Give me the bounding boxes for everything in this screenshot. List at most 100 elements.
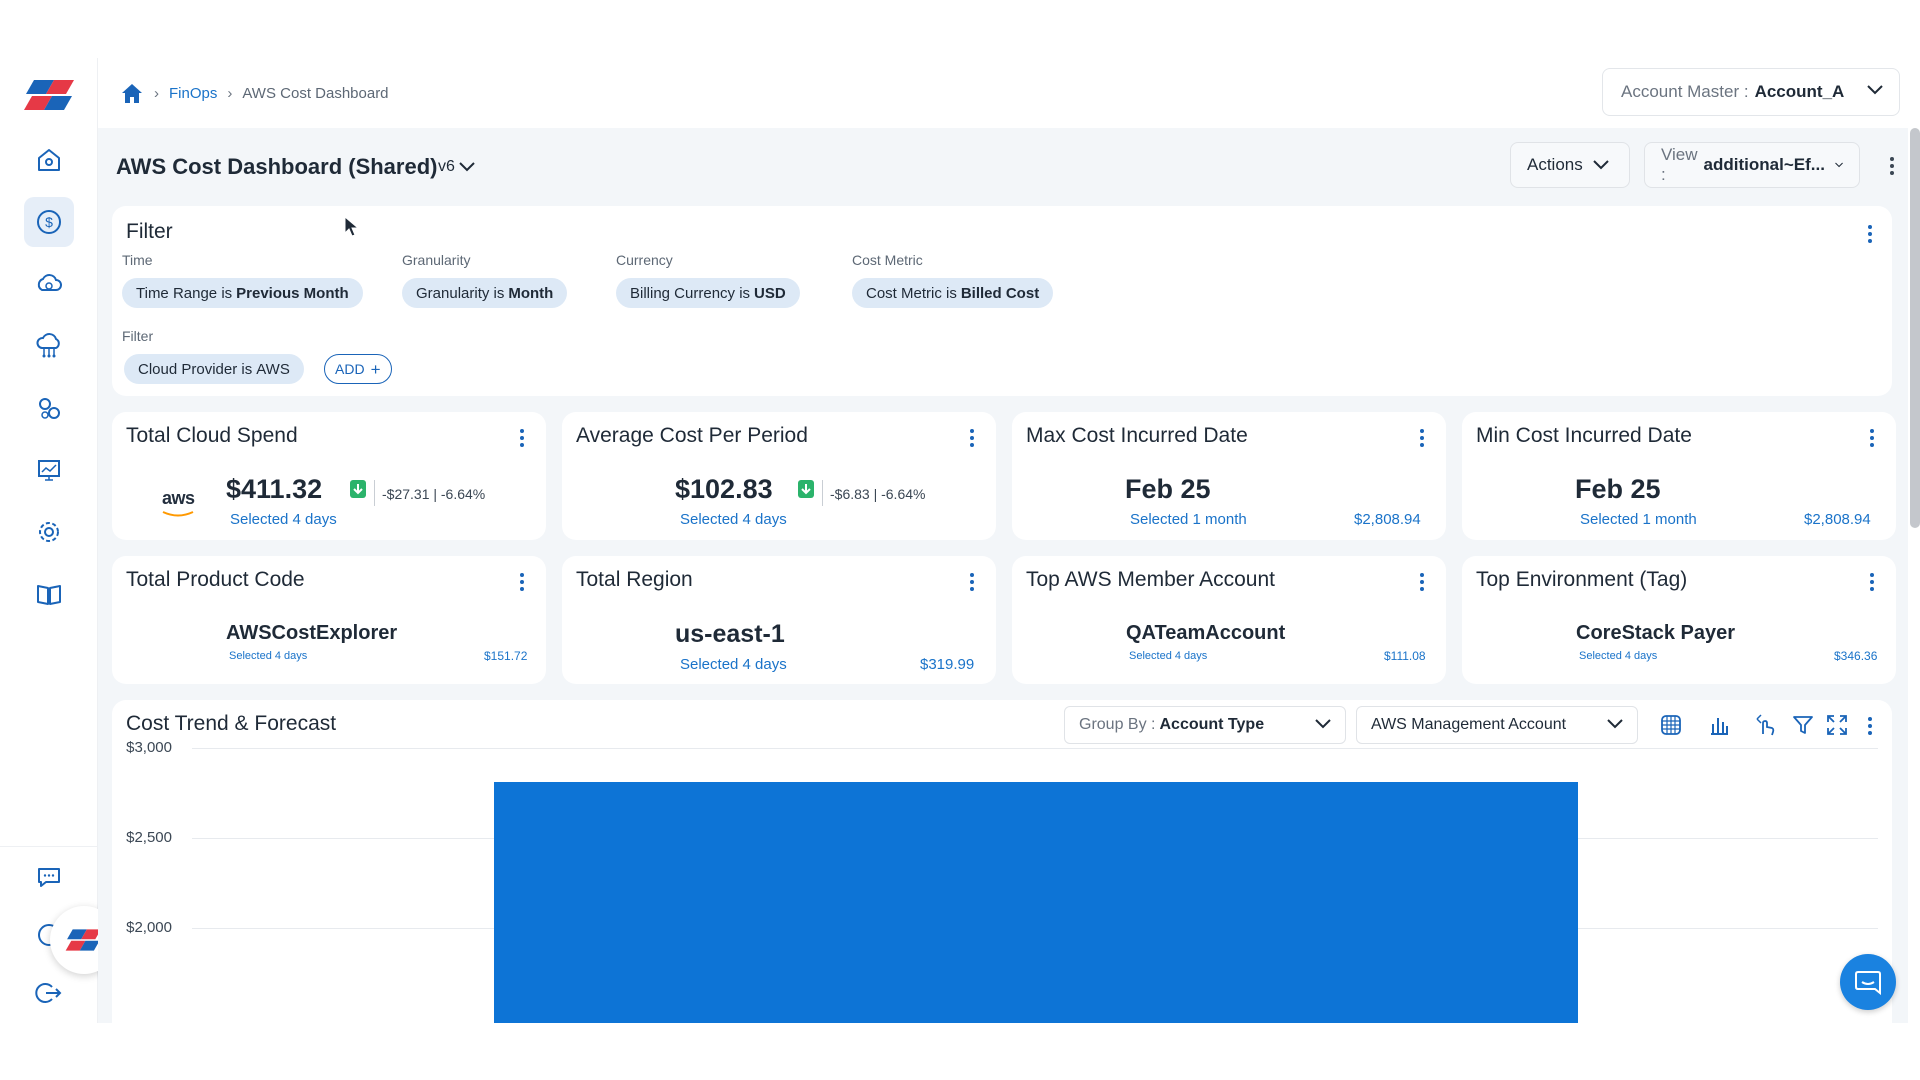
kpi-more-icon[interactable] xyxy=(962,426,982,450)
kpi-card-max-cost-date: Max Cost Incurred Date Feb 25 Selected 1… xyxy=(1012,412,1446,540)
add-filter-label: ADD xyxy=(335,361,365,377)
kpi-title: Top AWS Member Account xyxy=(1026,568,1275,591)
kpi-title: Top Environment (Tag) xyxy=(1476,568,1688,591)
filter-chip-currency[interactable]: Billing Currency is USD xyxy=(616,278,800,308)
version-label: v6 xyxy=(438,158,455,175)
sidebar-item-docs[interactable] xyxy=(24,569,74,619)
settings-icon xyxy=(39,522,59,542)
cost-trend-card: Cost Trend & Forecast Group By : Account… xyxy=(112,700,1892,1023)
chevron-right-icon: › xyxy=(154,84,159,102)
cost-trend-chart: $3,000 $2,500 $2,000 xyxy=(112,700,1892,1023)
actions-button[interactable]: Actions xyxy=(1510,142,1630,188)
divider xyxy=(374,480,375,506)
kpi-more-icon[interactable] xyxy=(1862,570,1882,594)
chart-gridline xyxy=(192,748,1878,749)
top-header: › FinOps › AWS Cost Dashboard Account Ma… xyxy=(98,58,1920,128)
version-selector[interactable]: v6 xyxy=(438,158,475,176)
kpi-more-icon[interactable] xyxy=(512,570,532,594)
cloud-network-icon xyxy=(36,333,60,358)
kpi-more-icon[interactable] xyxy=(1412,570,1432,594)
kpi-subtext: Selected 4 days xyxy=(680,656,787,673)
sidebar-item-automation[interactable] xyxy=(24,383,74,433)
account-selector-label: Account Master : xyxy=(1621,82,1749,101)
kpi-card-environment-tag: Top Environment (Tag) CoreStack Payer Se… xyxy=(1462,556,1896,684)
chip-prefix: Billing Currency is xyxy=(630,284,751,302)
vertical-scrollbar[interactable] xyxy=(1910,128,1920,528)
sidebar-item-settings[interactable] xyxy=(24,507,74,557)
app-window: $ › FinOps › AWS Cost Dashboard Account … xyxy=(0,0,1920,1080)
y-tick-label: $2,500 xyxy=(126,829,172,846)
cloud-dollar-icon xyxy=(37,274,62,291)
actions-label: Actions xyxy=(1527,155,1583,174)
sidebar-item-reports[interactable] xyxy=(24,445,74,495)
kpi-right-value: $111.08 xyxy=(1384,649,1426,663)
chip-prefix: Time Range is xyxy=(136,284,233,302)
kpi-more-icon[interactable] xyxy=(1862,426,1882,450)
chart-bar[interactable] xyxy=(494,782,1578,1023)
kpi-value: Feb 25 xyxy=(1575,474,1661,504)
kpi-value: $411.32 xyxy=(226,474,323,504)
sidebar-item-chat[interactable] xyxy=(24,852,74,902)
sidebar-item-finops[interactable]: $ xyxy=(24,197,74,247)
kpi-right-value: $319.99 xyxy=(920,656,975,673)
kpi-right-value: $2,808.94 xyxy=(1804,511,1871,528)
sidebar: $ xyxy=(0,58,98,1023)
aws-logo-text: aws xyxy=(162,488,195,508)
home-icon[interactable] xyxy=(120,82,144,104)
sidebar-item-home[interactable] xyxy=(24,135,74,185)
view-selector[interactable]: View : additional~Ef... xyxy=(1644,142,1860,188)
kpi-right-value: $346.36 xyxy=(1834,649,1878,663)
kpi-right-value: $2,808.94 xyxy=(1354,511,1421,528)
y-tick-label: $2,000 xyxy=(126,919,172,936)
kpi-title: Total Product Code xyxy=(126,568,305,591)
aws-smile-icon xyxy=(162,511,194,517)
chip-value: Previous Month xyxy=(236,284,349,302)
kpi-more-icon[interactable] xyxy=(1412,426,1432,450)
filter-group-label: Time xyxy=(122,252,153,268)
app-logo[interactable] xyxy=(24,78,76,112)
kpi-card-product-code: Total Product Code AWSCostExplorer Selec… xyxy=(112,556,546,684)
sidebar-item-logout[interactable] xyxy=(24,968,74,1018)
decrease-arrow-icon xyxy=(350,480,366,498)
chip-value: Billed Cost xyxy=(960,284,1040,302)
filter-chip-granularity[interactable]: Granularity is Month xyxy=(402,278,568,308)
kpi-more-icon[interactable] xyxy=(962,570,982,594)
filter-more-icon[interactable] xyxy=(1860,222,1880,246)
chip-value: AWS xyxy=(256,360,290,378)
presentation-chart-icon xyxy=(38,460,60,481)
kpi-title: Min Cost Incurred Date xyxy=(1476,424,1692,447)
kpi-value: CoreStack Payer xyxy=(1576,622,1735,644)
sidebar-item-cloud-cost[interactable] xyxy=(24,259,74,309)
kpi-value: AWSCostExplorer xyxy=(226,622,398,644)
kpi-value: QATeamAccount xyxy=(1126,622,1286,644)
kpi-more-icon[interactable] xyxy=(512,426,532,450)
add-filter-button[interactable]: ADD + xyxy=(324,354,392,384)
chat-icon xyxy=(1855,971,1881,995)
chip-prefix: Cloud Provider is xyxy=(138,360,253,378)
account-selector[interactable]: Account Master : Account_A xyxy=(1602,68,1900,116)
chat-support-button[interactable] xyxy=(1840,954,1896,1010)
kpi-subtext: Selected 4 days xyxy=(230,511,337,528)
kpi-card-average-cost: Average Cost Per Period $102.83 -$6.83 |… xyxy=(562,412,996,540)
kpi-subtext: Selected 4 days xyxy=(1579,650,1658,662)
dashboard-more-icon[interactable] xyxy=(1882,154,1902,178)
chip-value: Month xyxy=(508,284,554,302)
sidebar-item-cloud-network[interactable] xyxy=(24,321,74,371)
breadcrumb-current: AWS Cost Dashboard xyxy=(242,84,389,102)
breadcrumb-finops[interactable]: FinOps xyxy=(169,85,217,102)
kpi-subtext: Selected 4 days xyxy=(680,511,787,528)
view-label: View : xyxy=(1661,145,1698,184)
filter-chip-cloud-provider[interactable]: Cloud Provider is AWS xyxy=(124,354,304,384)
filter-chip-cost-metric[interactable]: Cost Metric is Billed Cost xyxy=(852,278,1054,308)
kpi-delta: -$6.83 | -6.64% xyxy=(830,486,926,502)
filter-chip-time[interactable]: Time Range is Previous Month xyxy=(122,278,363,308)
chevron-down-icon xyxy=(459,162,475,172)
filter-card: Filter Time Time Range is Previous Month … xyxy=(112,206,1892,396)
chip-prefix: Granularity is xyxy=(416,284,505,302)
kpi-delta: -$27.31 | -6.64% xyxy=(382,486,486,502)
kpi-card-total-cloud-spend: Total Cloud Spend aws $411.32 -$27.31 | … xyxy=(112,412,546,540)
view-value: additional~Ef... xyxy=(1703,155,1825,174)
kpi-value: us-east-1 xyxy=(675,620,785,648)
gears-icon xyxy=(39,398,60,419)
kpi-card-region: Total Region us-east-1 Selected 4 days $… xyxy=(562,556,996,684)
